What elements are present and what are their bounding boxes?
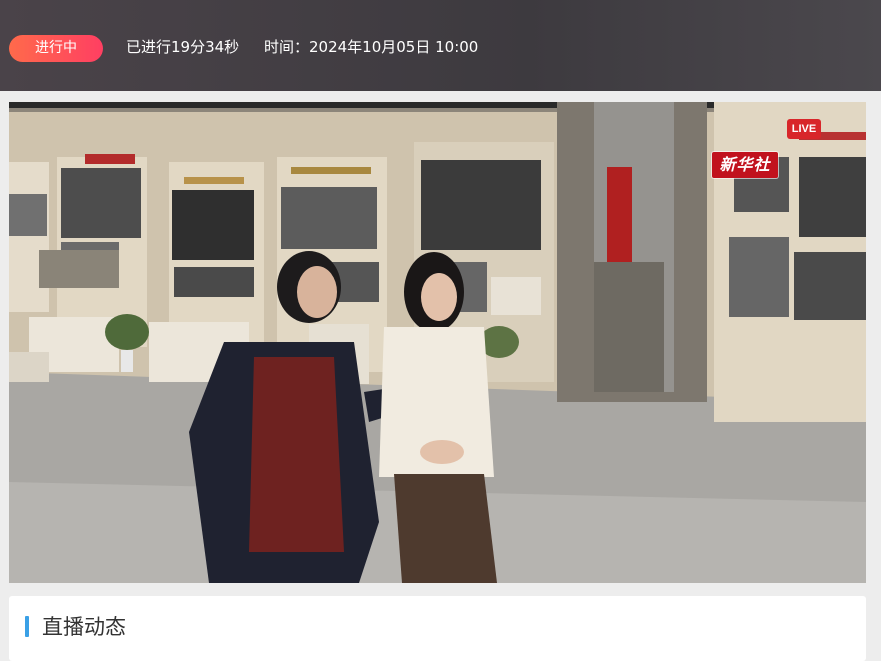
elapsed-time: 已进行19分34秒 xyxy=(126,38,240,56)
live-updates-section: 直播动态 xyxy=(9,596,866,661)
live-header-bar: 进行中 已进行19分34秒 时间：2024年10月05日 10:00 xyxy=(0,0,881,91)
live-video-player[interactable]: LIVE 新华社 xyxy=(9,102,866,583)
broadcaster-logo: 新华社 xyxy=(712,152,778,178)
live-badge: LIVE xyxy=(787,119,821,139)
status-badge: 进行中 xyxy=(9,35,103,62)
section-accent-bar xyxy=(25,616,29,637)
broadcast-time: 时间：2024年10月05日 10:00 xyxy=(264,38,479,56)
section-title: 直播动态 xyxy=(42,615,126,639)
